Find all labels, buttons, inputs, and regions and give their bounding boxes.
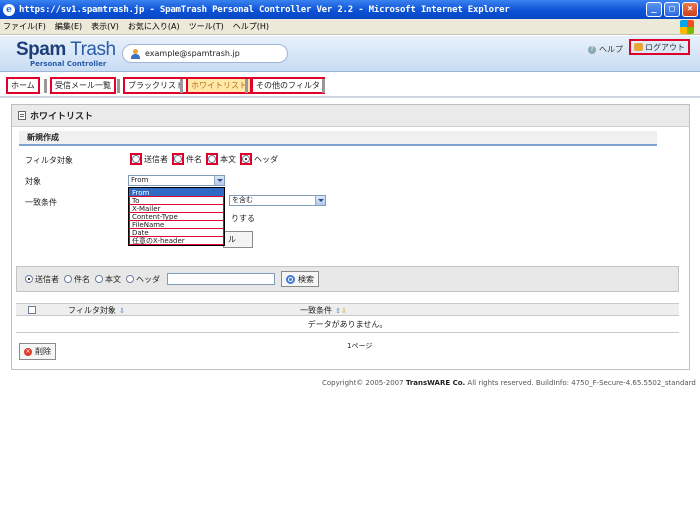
search-bar: 送信者 件名 本文 ヘッダ 検索	[16, 266, 679, 292]
logout-link[interactable]: ログアウト	[629, 39, 690, 55]
search-radio-subject-label: 件名	[74, 274, 90, 284]
logo-subtitle: Personal Controller	[30, 60, 107, 68]
radio-body[interactable]	[206, 153, 218, 165]
delete-icon: ×	[24, 347, 32, 356]
chevron-down-icon[interactable]	[214, 176, 224, 185]
main-tab-bar: ホーム 受信メール一覧 ブラックリスト ホワイトリスト その他のフィルタ	[0, 72, 700, 98]
help-label: ヘルプ	[599, 45, 623, 54]
panel-title: ホワイトリスト	[30, 112, 94, 122]
radio-sender-dot	[132, 155, 140, 163]
window-titlebar: e https://sv1.spamtrash.jp - SpamTrash P…	[0, 0, 700, 19]
match-select-value: を含む	[232, 196, 253, 204]
spamtrash-logo: Spam Trash Personal Controller	[16, 39, 116, 69]
menu-file[interactable]: ファイル(F)	[3, 21, 46, 32]
column-match-condition[interactable]: 一致条件 ⇧⇩	[300, 305, 347, 316]
minimize-button[interactable]: _	[646, 2, 662, 17]
panel-header: ホワイトリスト	[12, 105, 689, 127]
tab-home[interactable]: ホーム	[6, 77, 40, 94]
tab-whitelist[interactable]: ホワイトリスト	[186, 77, 252, 94]
logo-text-trash: Trash	[65, 39, 116, 60]
close-button[interactable]: ×	[682, 2, 698, 17]
match-condition-select[interactable]: を含む	[229, 195, 326, 206]
filter-target-radio-group: 送信者 件名 本文 ヘッダ	[130, 153, 282, 165]
radio-subject-dot	[174, 155, 182, 163]
dropdown-option[interactable]: 任意のX-header	[129, 236, 224, 245]
search-button-label: 検索	[298, 274, 314, 284]
search-radio-header-label: ヘッダ	[136, 274, 160, 284]
chevron-down-icon[interactable]	[315, 196, 325, 205]
obscured-option-text: りする	[231, 214, 255, 223]
tab-inbox[interactable]: 受信メール一覧	[50, 77, 116, 94]
search-radio-sender[interactable]	[25, 275, 33, 283]
target-select[interactable]: From	[128, 175, 225, 186]
column-filter-target[interactable]: フィルタ対象 ⇩	[68, 305, 125, 316]
maximize-button[interactable]: □	[664, 2, 680, 17]
obscured-button[interactable]: ル	[223, 231, 253, 248]
ie-logo-icon: e	[3, 3, 15, 16]
tab-separator	[180, 79, 183, 93]
radio-subject-label: 件名	[186, 154, 202, 164]
logout-icon	[634, 43, 643, 51]
menu-view[interactable]: 表示(V)	[91, 21, 119, 32]
filter-target-label: フィルタ対象	[25, 156, 73, 165]
tab-separator	[117, 79, 120, 93]
radio-sender[interactable]	[130, 153, 142, 165]
user-account-box: example@spamtrash.jp	[122, 44, 288, 63]
radio-body-dot	[208, 155, 216, 163]
search-radio-sender-label: 送信者	[35, 274, 59, 284]
menu-edit[interactable]: 編集(E)	[55, 21, 82, 32]
sort-down-icon[interactable]: ⇩	[341, 307, 347, 315]
menu-tools[interactable]: ツール(T)	[189, 21, 224, 32]
copyright-text: Copyright© 2005-2007	[322, 379, 406, 387]
select-all-checkbox[interactable]	[28, 306, 36, 314]
menu-favorites[interactable]: お気に入り(A)	[128, 21, 180, 32]
target-dropdown-list: From To X-Mailer Content-Type FileName D…	[128, 187, 225, 246]
copyright-footer: Copyright© 2005-2007 TransWARE Co. All r…	[322, 379, 696, 387]
empty-table-message: データがありません。	[16, 318, 679, 333]
whitelist-panel: ホワイトリスト 新規作成 フィルタ対象 送信者 件名 本文 ヘッダ 対象 Fro…	[11, 104, 690, 370]
target-label: 対象	[25, 177, 41, 186]
new-entry-heading: 新規作成	[19, 131, 657, 146]
sort-down-icon[interactable]: ⇩	[119, 307, 125, 315]
search-icon	[286, 274, 295, 284]
search-button[interactable]: 検索	[281, 271, 319, 287]
page-indicator: 1ページ	[347, 342, 373, 350]
menu-help[interactable]: ヘルプ(H)	[233, 21, 269, 32]
user-email: example@spamtrash.jp	[145, 49, 240, 58]
build-info: All rights reserved. BuildInfo: 4750_F-S…	[465, 379, 696, 387]
search-radio-subject[interactable]	[64, 275, 72, 283]
search-radio-body[interactable]	[95, 275, 103, 283]
search-input[interactable]	[167, 273, 275, 285]
tab-other-filters[interactable]: その他のフィルタ	[251, 77, 325, 94]
radio-sender-label: 送信者	[144, 154, 168, 164]
radio-header[interactable]	[240, 153, 252, 165]
radio-body-label: 本文	[220, 154, 236, 164]
search-radio-header[interactable]	[126, 275, 134, 283]
user-icon	[131, 48, 140, 59]
column-match-condition-label: 一致条件	[300, 306, 332, 315]
logo-text-spam: Spam	[16, 39, 66, 60]
column-filter-target-label: フィルタ対象	[68, 306, 116, 315]
company-name: TransWARE Co.	[405, 379, 466, 387]
match-condition-label: 一致条件	[25, 198, 57, 207]
search-radio-body-label: 本文	[105, 274, 121, 284]
delete-button-label: 削除	[35, 347, 51, 356]
tab-separator	[245, 79, 248, 93]
radio-subject[interactable]	[172, 153, 184, 165]
help-icon: ?	[588, 45, 596, 54]
tab-separator	[322, 79, 325, 93]
menu-bar: ファイル(F) 編集(E) 表示(V) お気に入り(A) ツール(T) ヘルプ(…	[0, 19, 700, 35]
delete-button[interactable]: × 削除	[19, 343, 56, 360]
page-icon	[18, 111, 26, 120]
radio-header-dot	[242, 155, 250, 163]
windows-flag-icon	[680, 20, 694, 34]
app-header: Spam Trash Personal Controller example@s…	[0, 36, 700, 72]
radio-header-label: ヘッダ	[254, 154, 278, 164]
window-title: https://sv1.spamtrash.jp - SpamTrash Per…	[19, 4, 510, 15]
logout-label: ログアウト	[645, 42, 685, 52]
help-link[interactable]: ? ヘルプ	[588, 44, 623, 55]
table-header: フィルタ対象 ⇩ 一致条件 ⇧⇩	[16, 303, 679, 316]
target-select-value: From	[131, 176, 149, 184]
tab-separator	[44, 79, 47, 93]
